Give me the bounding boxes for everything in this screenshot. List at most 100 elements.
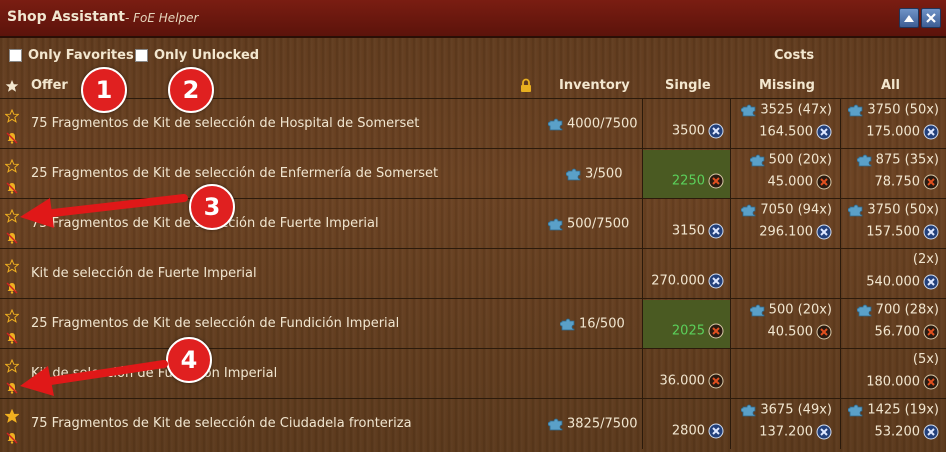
missing-cost-text: 296.100 <box>759 224 813 240</box>
notification-bell-icon[interactable] <box>6 129 18 148</box>
column-separator <box>730 399 731 449</box>
all-fragments: 3750 (50x) <box>848 202 939 218</box>
all-fragments-text: 875 (35x) <box>875 152 939 168</box>
favorite-star-icon[interactable] <box>4 108 20 127</box>
table-row: 75 Fragmentos de Kit de selección de Hos… <box>0 98 946 149</box>
table-header: Only Favorites Only Unlocked Costs Offer… <box>0 38 946 98</box>
single-cost: 2025 <box>672 323 724 339</box>
column-separator <box>840 299 841 349</box>
missing-fragments: 500 (20x) <box>749 152 832 168</box>
notification-bell-icon[interactable] <box>6 279 18 298</box>
forge-coin-icon <box>705 173 724 189</box>
all-cost-text: 180.000 <box>866 374 920 390</box>
table-row: 25 Fragmentos de Kit de selección de Fun… <box>0 298 946 349</box>
column-separator <box>642 99 643 149</box>
all-cost-text: 157.500 <box>866 224 920 240</box>
single-cost-text: 270.000 <box>651 273 705 289</box>
missing-column-header[interactable]: Missing <box>759 78 815 93</box>
notification-bell-icon[interactable] <box>6 229 18 248</box>
forge-coin-icon <box>813 324 832 340</box>
puzzle-piece-icon <box>741 403 760 418</box>
single-cost-text: 36.000 <box>659 373 706 389</box>
column-separator <box>730 249 731 299</box>
offer-name: 25 Fragmentos de Kit de selección de Enf… <box>31 166 438 181</box>
missing-fragments: 500 (20x) <box>749 302 832 318</box>
puzzle-piece-icon <box>741 103 760 118</box>
blue-coin-icon <box>813 424 832 440</box>
missing-cost: 137.200 <box>759 424 832 440</box>
annotation-arrow-4 <box>20 360 168 396</box>
column-separator <box>840 149 841 199</box>
forge-coin-icon <box>920 324 939 340</box>
notification-bell-icon[interactable] <box>6 429 18 448</box>
titlebar: Shop Assistant - FoE Helper <box>0 0 946 38</box>
forge-coin-icon <box>705 323 724 339</box>
star-header-icon[interactable] <box>5 79 19 93</box>
costs-header: Costs <box>774 48 815 63</box>
only-unlocked-label: Only Unlocked <box>154 48 260 63</box>
all-fragments-text: 700 (28x) <box>875 302 939 318</box>
single-cost: 2800 <box>672 423 724 439</box>
only-unlocked-checkbox[interactable] <box>135 49 148 62</box>
favorite-star-icon[interactable] <box>4 408 20 427</box>
favorite-star-icon[interactable] <box>4 258 20 277</box>
table-row: 75 Fragmentos de Kit de selección de Ciu… <box>0 398 946 449</box>
puzzle-piece-icon <box>548 417 567 432</box>
favorite-star-icon[interactable] <box>4 158 20 177</box>
only-favorites-checkbox[interactable] <box>9 49 22 62</box>
inventory-text: 3825/7500 <box>567 416 638 432</box>
forge-coin-icon <box>920 174 939 190</box>
all-cost: 53.200 <box>875 424 940 440</box>
single-cost: 36.000 <box>660 373 725 389</box>
puzzle-piece-icon <box>741 203 760 218</box>
offer-text: 25 Fragmentos de Kit de selección de Enf… <box>31 166 439 181</box>
offer-text: 75 Fragmentos de Kit de selección de Ciu… <box>31 416 412 431</box>
missing-cost-text: 164.500 <box>759 124 813 140</box>
puzzle-piece-icon <box>848 403 867 418</box>
single-cost-text: 3500 <box>671 123 705 139</box>
notification-bell-icon[interactable] <box>6 329 18 348</box>
inventory-text: 16/500 <box>579 316 625 332</box>
missing-fragments: 3675 (49x) <box>741 402 832 418</box>
single-cost: 2250 <box>672 173 724 189</box>
single-column-header[interactable]: Single <box>665 78 711 93</box>
annotation-arrow-3 <box>20 194 188 228</box>
offer-name: 25 Fragmentos de Kit de selección de Fun… <box>31 316 399 331</box>
blue-coin-icon <box>813 124 832 140</box>
column-separator <box>840 249 841 299</box>
all-fragments-text: 1425 (19x) <box>867 402 939 418</box>
missing-cost: 164.500 <box>759 124 832 140</box>
single-cost: 270.000 <box>651 273 724 289</box>
missing-cost-text: 137.200 <box>759 424 813 440</box>
column-separator <box>730 149 731 199</box>
missing-cost-text: 45.000 <box>767 174 814 190</box>
offer-text: Kit de selección de Fuerte Imperial <box>31 266 257 281</box>
table-row: Kit de selección de Fuerte Imperial 270.0… <box>0 248 946 299</box>
blue-coin-icon <box>705 273 724 289</box>
favorite-star-icon[interactable] <box>4 308 20 327</box>
missing-fragments: 3525 (47x) <box>741 102 832 118</box>
column-separator <box>840 199 841 249</box>
blue-coin-icon <box>705 123 724 139</box>
inventory-column-header[interactable]: Inventory <box>559 78 630 93</box>
all-cost-text: 78.750 <box>874 174 921 190</box>
offer-column-header[interactable]: Offer <box>31 78 68 93</box>
all-fragments-text: 3750 (50x) <box>867 202 939 218</box>
column-separator <box>642 349 643 399</box>
all-cost-text: 56.700 <box>874 324 921 340</box>
all-fragments-text: (2x) <box>912 252 939 267</box>
single-cost-text: 2250 <box>671 173 705 189</box>
all-column-header[interactable]: All <box>881 78 900 93</box>
puzzle-piece-icon <box>548 117 567 132</box>
inventory-text: 3/500 <box>585 166 623 182</box>
missing-fragments: 7050 (94x) <box>741 202 832 218</box>
missing-cost-text: 40.500 <box>767 324 814 340</box>
minimize-button[interactable] <box>899 8 919 28</box>
single-cost-text: 2800 <box>671 423 705 439</box>
blue-coin-icon <box>920 224 939 240</box>
missing-fragments-text: 3525 (47x) <box>760 102 832 118</box>
window-title: Shop Assistant <box>7 9 125 25</box>
lock-icon[interactable] <box>520 78 532 93</box>
column-separator <box>642 149 643 199</box>
close-button[interactable] <box>921 8 941 28</box>
